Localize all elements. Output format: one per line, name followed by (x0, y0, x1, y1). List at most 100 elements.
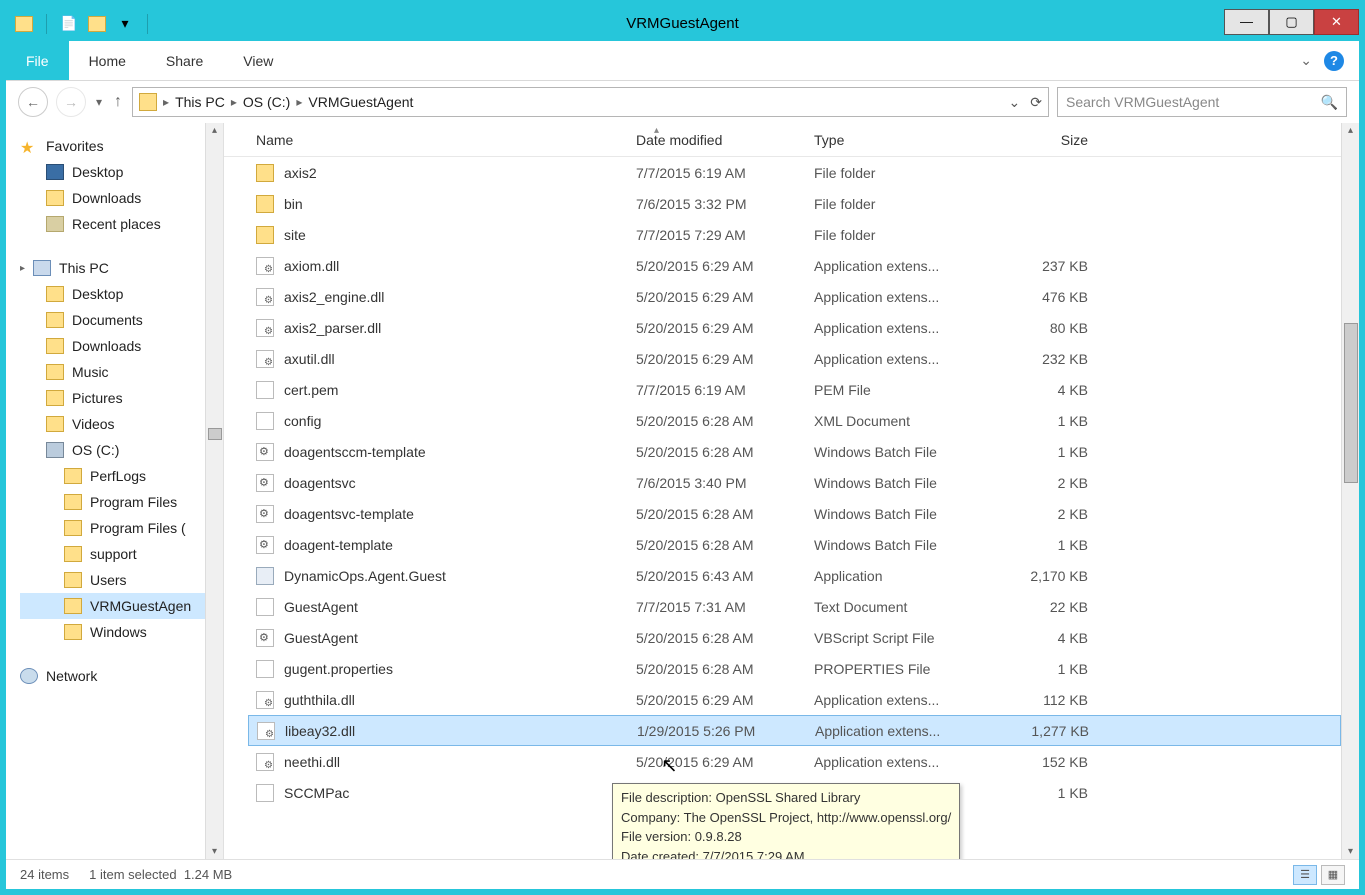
sidebar-network[interactable]: Network (20, 663, 223, 689)
folder-icon (64, 546, 82, 562)
sidebar-thispc[interactable]: ▸This PC (20, 255, 223, 281)
search-icon[interactable]: 🔍 (1321, 94, 1338, 111)
sidebar-folder-current[interactable]: VRMGuestAgen (20, 593, 205, 619)
sidebar-folder[interactable]: PerfLogs (20, 463, 223, 489)
qat-customize[interactable]: ▾ (115, 14, 135, 34)
qat-newfolder-icon[interactable] (87, 14, 107, 34)
file-row[interactable]: guththila.dll5/20/2015 6:29 AMApplicatio… (248, 684, 1341, 715)
column-type[interactable]: Type (806, 132, 984, 148)
file-date: 7/7/2015 7:29 AM (628, 227, 806, 243)
window-title: VRMGuestAgent (6, 15, 1359, 32)
close-button[interactable]: ✕ (1314, 9, 1359, 35)
chevron-right-icon[interactable]: ▸ (294, 95, 304, 109)
refresh-icon[interactable]: ⟳ (1030, 94, 1042, 111)
column-size[interactable]: Size (984, 132, 1096, 148)
sidebar-folder[interactable]: Program Files (20, 489, 223, 515)
view-thumbnails-button[interactable]: ▦ (1321, 865, 1345, 885)
file-row[interactable]: doagentsvc7/6/2015 3:40 PMWindows Batch … (248, 467, 1341, 498)
network-icon (20, 668, 38, 684)
sidebar-item-downloads[interactable]: Downloads (20, 185, 223, 211)
sidebar-item-desktop[interactable]: Desktop (20, 159, 223, 185)
file-size: 1 KB (984, 661, 1096, 677)
file-row[interactable]: doagent-template5/20/2015 6:28 AMWindows… (248, 529, 1341, 560)
breadcrumb-part[interactable]: VRMGuestAgent (308, 94, 413, 110)
breadcrumb-part[interactable]: OS (C:) (243, 94, 290, 110)
file-row[interactable]: config5/20/2015 6:28 AMXML Document1 KB (248, 405, 1341, 436)
file-row[interactable]: GuestAgent5/20/2015 6:28 AMVBScript Scri… (248, 622, 1341, 653)
help-icon[interactable]: ? (1324, 51, 1344, 71)
ribbon-tab-home[interactable]: Home (69, 41, 146, 80)
address-bar[interactable]: ▸ This PC ▸ OS (C:) ▸ VRMGuestAgent ⌄ ⟳ (132, 87, 1049, 117)
file-date: 5/20/2015 6:28 AM (628, 537, 806, 553)
address-dropdown-icon[interactable]: ⌄ (1009, 94, 1021, 111)
file-row[interactable]: bin7/6/2015 3:32 PMFile folder (248, 188, 1341, 219)
scroll-up-icon[interactable]: ▴ (1348, 125, 1353, 136)
folder-icon (64, 572, 82, 588)
view-details-button[interactable]: ☰ (1293, 865, 1317, 885)
file-row[interactable]: axutil.dll5/20/2015 6:29 AMApplication e… (248, 343, 1341, 374)
sidebar-folder[interactable]: Program Files ( (20, 515, 223, 541)
file-icon (256, 226, 274, 244)
ribbon-tab-view[interactable]: View (223, 41, 293, 80)
ribbon-tab-file[interactable]: File (6, 41, 69, 80)
chevron-right-icon[interactable]: ▸ (161, 95, 171, 109)
file-row[interactable]: doagentsvc-template5/20/2015 6:28 AMWind… (248, 498, 1341, 529)
sidebar-folder[interactable]: support (20, 541, 223, 567)
file-row[interactable]: neethi.dll5/20/2015 6:29 AMApplication e… (248, 746, 1341, 777)
sidebar-favorites[interactable]: ★Favorites (20, 133, 223, 159)
file-date: 5/20/2015 6:29 AM (628, 754, 806, 770)
maximize-button[interactable]: ▢ (1269, 9, 1314, 35)
sidebar-item-desktop[interactable]: Desktop (20, 281, 223, 307)
file-row[interactable]: libeay32.dll1/29/2015 5:26 PMApplication… (248, 715, 1341, 746)
scroll-up-icon[interactable]: ▴ (212, 125, 217, 136)
sidebar-item-pictures[interactable]: Pictures (20, 385, 223, 411)
scroll-down-icon[interactable]: ▾ (1348, 846, 1353, 857)
file-date: 5/20/2015 6:28 AM (628, 413, 806, 429)
column-name[interactable]: Name▴ (248, 132, 628, 148)
file-size: 232 KB (984, 351, 1096, 367)
sidebar-item-music[interactable]: Music (20, 359, 223, 385)
file-row[interactable]: site7/7/2015 7:29 AMFile folder (248, 219, 1341, 250)
sidebar-item-drive-c[interactable]: OS (C:) (20, 437, 223, 463)
folder-icon (64, 468, 82, 484)
file-row[interactable]: GuestAgent7/7/2015 7:31 AMText Document2… (248, 591, 1341, 622)
file-type: Application extens... (806, 692, 984, 708)
chevron-right-icon[interactable]: ▸ (229, 95, 239, 109)
file-date: 5/20/2015 6:29 AM (628, 351, 806, 367)
file-date: 7/7/2015 6:19 AM (628, 165, 806, 181)
file-row[interactable]: cert.pem7/7/2015 6:19 AMPEM File4 KB (248, 374, 1341, 405)
file-row[interactable]: doagentsccm-template5/20/2015 6:28 AMWin… (248, 436, 1341, 467)
ribbon-expand-icon[interactable]: ⌄ (1300, 52, 1312, 69)
file-type: Application extens... (806, 289, 984, 305)
sidebar-folder[interactable]: Windows (20, 619, 223, 645)
file-row[interactable]: axiom.dll5/20/2015 6:29 AMApplication ex… (248, 250, 1341, 281)
file-row[interactable]: axis27/7/2015 6:19 AMFile folder (248, 157, 1341, 188)
ribbon-tab-share[interactable]: Share (146, 41, 223, 80)
sidebar-item-downloads[interactable]: Downloads (20, 333, 223, 359)
scroll-thumb[interactable] (208, 428, 222, 440)
sidebar-item-recent[interactable]: Recent places (20, 211, 223, 237)
file-name: cert.pem (284, 382, 338, 398)
nav-back-button[interactable]: ← (18, 87, 48, 117)
breadcrumb-part[interactable]: This PC (175, 94, 225, 110)
qat-properties-icon[interactable]: 📄 (59, 14, 79, 34)
sidebar-scrollbar[interactable]: ▴ ▾ (205, 123, 223, 859)
file-row[interactable]: DynamicOps.Agent.Guest5/20/2015 6:43 AMA… (248, 560, 1341, 591)
search-input[interactable]: Search VRMGuestAgent 🔍 (1057, 87, 1347, 117)
file-scrollbar[interactable]: ▴ ▾ (1341, 123, 1359, 859)
sidebar-item-documents[interactable]: Documents (20, 307, 223, 333)
nav-forward-button[interactable]: → (56, 87, 86, 117)
minimize-button[interactable]: — (1224, 9, 1269, 35)
status-bar: 24 items 1 item selected 1.24 MB ☰ ▦ (6, 859, 1359, 889)
file-icon (256, 319, 274, 337)
file-row[interactable]: axis2_parser.dll5/20/2015 6:29 AMApplica… (248, 312, 1341, 343)
file-type: XML Document (806, 413, 984, 429)
sidebar-folder[interactable]: Users (20, 567, 223, 593)
nav-up-button[interactable]: ↑ (112, 93, 124, 111)
sidebar-item-videos[interactable]: Videos (20, 411, 223, 437)
nav-history-dropdown[interactable]: ▾ (94, 95, 104, 109)
file-row[interactable]: gugent.properties5/20/2015 6:28 AMPROPER… (248, 653, 1341, 684)
scroll-down-icon[interactable]: ▾ (212, 846, 217, 857)
scroll-thumb[interactable] (1344, 323, 1358, 483)
file-row[interactable]: axis2_engine.dll5/20/2015 6:29 AMApplica… (248, 281, 1341, 312)
